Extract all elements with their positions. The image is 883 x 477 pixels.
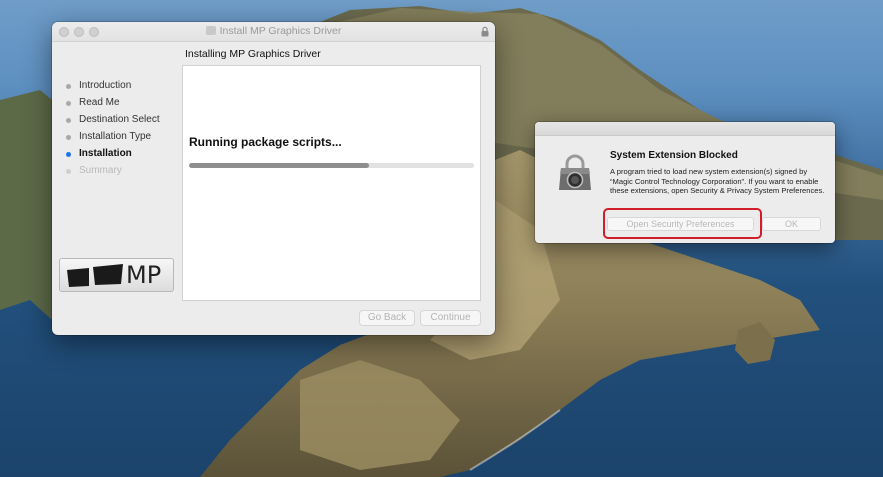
step-summary: Summary	[65, 164, 160, 181]
installer-subtitle: Installing MP Graphics Driver	[185, 48, 321, 60]
alert-title: System Extension Blocked	[610, 150, 738, 161]
alert-titlebar[interactable]	[535, 122, 835, 136]
step-dot-icon	[66, 118, 71, 123]
security-lock-icon	[559, 154, 591, 190]
highlight-annotation	[603, 208, 762, 239]
step-read-me: Read Me	[65, 96, 160, 113]
step-dot-icon	[66, 84, 71, 89]
alert-message: A program tried to load new system exten…	[610, 167, 825, 196]
step-dot-icon	[66, 135, 71, 140]
step-label: Read Me	[79, 97, 120, 108]
step-label: Summary	[79, 165, 122, 176]
installer-window: Install MP Graphics Driver Installing MP…	[52, 22, 495, 335]
step-installation: Installation	[65, 147, 160, 164]
step-destination-select: Destination Select	[65, 113, 160, 130]
step-label: Destination Select	[79, 114, 160, 125]
install-progress-fill	[189, 163, 369, 168]
package-icon	[205, 26, 216, 35]
continue-button[interactable]: Continue	[420, 310, 481, 326]
install-status-text: Running package scripts...	[189, 135, 342, 149]
mp-logo-text: MP	[126, 261, 162, 289]
step-introduction: Introduction	[65, 79, 160, 96]
mp-logo-graphic	[67, 264, 123, 287]
step-label: Introduction	[79, 80, 132, 91]
window-title: Install MP Graphics Driver	[52, 25, 495, 37]
installer-content-pane: Running package scripts...	[182, 65, 481, 301]
installer-steps-list: Introduction Read Me Destination Select …	[65, 79, 160, 181]
step-dot-icon	[66, 169, 71, 174]
ok-button[interactable]: OK	[762, 217, 821, 231]
go-back-button[interactable]: Go Back	[359, 310, 415, 326]
mp-logo: MP	[59, 258, 174, 292]
window-titlebar[interactable]: Install MP Graphics Driver	[52, 22, 495, 42]
step-label: Installation	[79, 148, 132, 159]
step-dot-icon	[66, 101, 71, 106]
install-progress-bar	[189, 163, 474, 168]
step-dot-icon	[66, 152, 71, 157]
step-installation-type: Installation Type	[65, 130, 160, 147]
lock-icon	[481, 26, 489, 37]
window-title-text: Install MP Graphics Driver	[219, 25, 342, 37]
step-label: Installation Type	[79, 131, 152, 142]
